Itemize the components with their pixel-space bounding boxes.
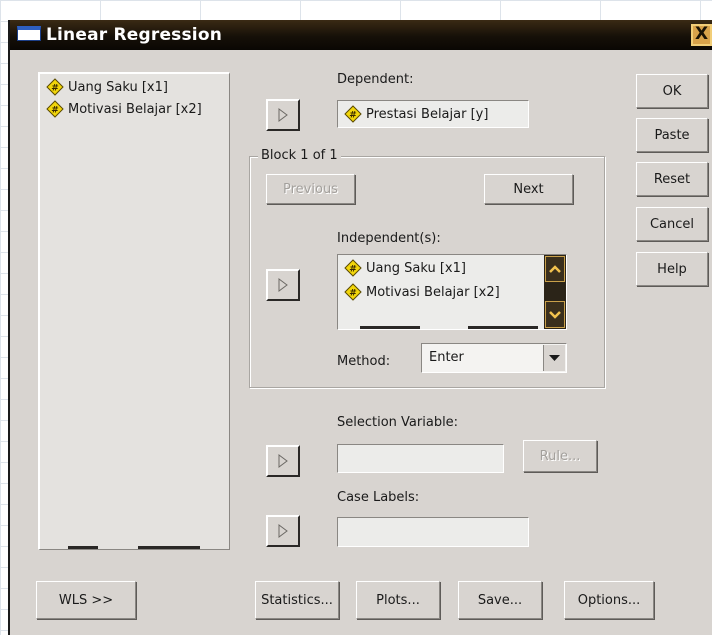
- title-bar[interactable]: Linear Regression X: [10, 20, 712, 50]
- list-bottom-marks: [338, 326, 544, 329]
- list-item-label: Uang Saku [x1]: [366, 260, 466, 276]
- move-to-case-labels-button[interactable]: [266, 515, 300, 547]
- scale-variable-icon: #: [344, 105, 362, 123]
- dependent-field[interactable]: # Prestasi Belajar [y]: [337, 100, 529, 128]
- independents-scrollbar[interactable]: [544, 255, 566, 329]
- arrow-right-icon: [278, 108, 288, 122]
- scale-variable-icon: #: [344, 259, 362, 277]
- plots-button[interactable]: Plots...: [356, 581, 440, 619]
- scale-variable-icon: #: [344, 283, 362, 301]
- cancel-button[interactable]: Cancel: [636, 207, 708, 241]
- independents-label: Independent(s):: [337, 231, 441, 246]
- dependent-label: Dependent:: [337, 72, 414, 87]
- help-button[interactable]: Help: [636, 252, 708, 286]
- reset-button[interactable]: Reset: [636, 162, 708, 196]
- save-button[interactable]: Save...: [458, 581, 542, 619]
- list-item-label: Motivasi Belajar [x2]: [366, 284, 500, 300]
- scroll-down-button[interactable]: [545, 301, 565, 328]
- next-button[interactable]: Next: [484, 174, 573, 204]
- move-to-dependent-button[interactable]: [266, 99, 300, 131]
- scroll-up-button[interactable]: [545, 256, 565, 282]
- close-button[interactable]: X: [691, 24, 712, 46]
- list-item[interactable]: # Motivasi Belajar [x2]: [46, 100, 202, 118]
- dropdown-arrow-icon: [549, 355, 560, 361]
- list-item-label: Uang Saku [x1]: [68, 79, 168, 95]
- method-dropdown-button[interactable]: [543, 345, 565, 371]
- list-item-label: Motivasi Belajar [x2]: [68, 101, 202, 117]
- arrow-right-icon: [278, 524, 288, 538]
- scale-variable-icon: #: [46, 78, 64, 96]
- independents-list[interactable]: # Uang Saku [x1] # Motivasi Belajar [x2]: [337, 254, 567, 330]
- method-select[interactable]: Enter: [421, 343, 567, 373]
- rule-button[interactable]: Rule...: [523, 440, 597, 472]
- linear-regression-dialog: Linear Regression X # Uang Saku [x1] # M…: [8, 20, 712, 635]
- arrow-right-icon: [278, 278, 288, 292]
- list-item[interactable]: # Uang Saku [x1]: [46, 78, 168, 96]
- window-icon: [17, 26, 41, 41]
- scale-variable-icon: #: [46, 100, 64, 118]
- list-bottom-marks: [40, 546, 230, 549]
- paste-button[interactable]: Paste: [636, 118, 708, 152]
- options-button[interactable]: Options...: [564, 581, 654, 619]
- method-label: Method:: [337, 354, 391, 369]
- svg-text:#: #: [51, 106, 59, 116]
- source-variable-list[interactable]: # Uang Saku [x1] # Motivasi Belajar [x2]: [38, 72, 230, 550]
- statistics-button[interactable]: Statistics...: [255, 581, 339, 619]
- list-item[interactable]: # Uang Saku [x1]: [344, 259, 466, 277]
- svg-text:#: #: [349, 111, 357, 121]
- svg-text:#: #: [349, 289, 357, 299]
- svg-text:#: #: [51, 84, 59, 94]
- selection-variable-field[interactable]: [337, 444, 504, 473]
- chevron-down-icon: [549, 311, 561, 319]
- dialog-title: Linear Regression: [46, 25, 223, 45]
- selection-variable-label: Selection Variable:: [337, 415, 459, 430]
- ok-button[interactable]: OK: [636, 74, 708, 108]
- chevron-up-icon: [549, 265, 561, 273]
- wls-button[interactable]: WLS >>: [36, 581, 136, 619]
- case-labels-field[interactable]: [337, 517, 529, 547]
- method-value: Enter: [429, 350, 464, 365]
- move-to-selection-button[interactable]: [266, 445, 300, 477]
- dependent-variable: # Prestasi Belajar [y]: [344, 105, 488, 123]
- arrow-right-icon: [278, 454, 288, 468]
- previous-button[interactable]: Previous: [266, 174, 355, 204]
- case-labels-label: Case Labels:: [337, 490, 420, 505]
- list-item[interactable]: # Motivasi Belajar [x2]: [344, 283, 500, 301]
- dependent-value: Prestasi Belajar [y]: [366, 106, 489, 122]
- block-legend: Block 1 of 1: [258, 148, 341, 163]
- svg-text:#: #: [349, 265, 357, 275]
- move-to-independents-button[interactable]: [266, 269, 300, 301]
